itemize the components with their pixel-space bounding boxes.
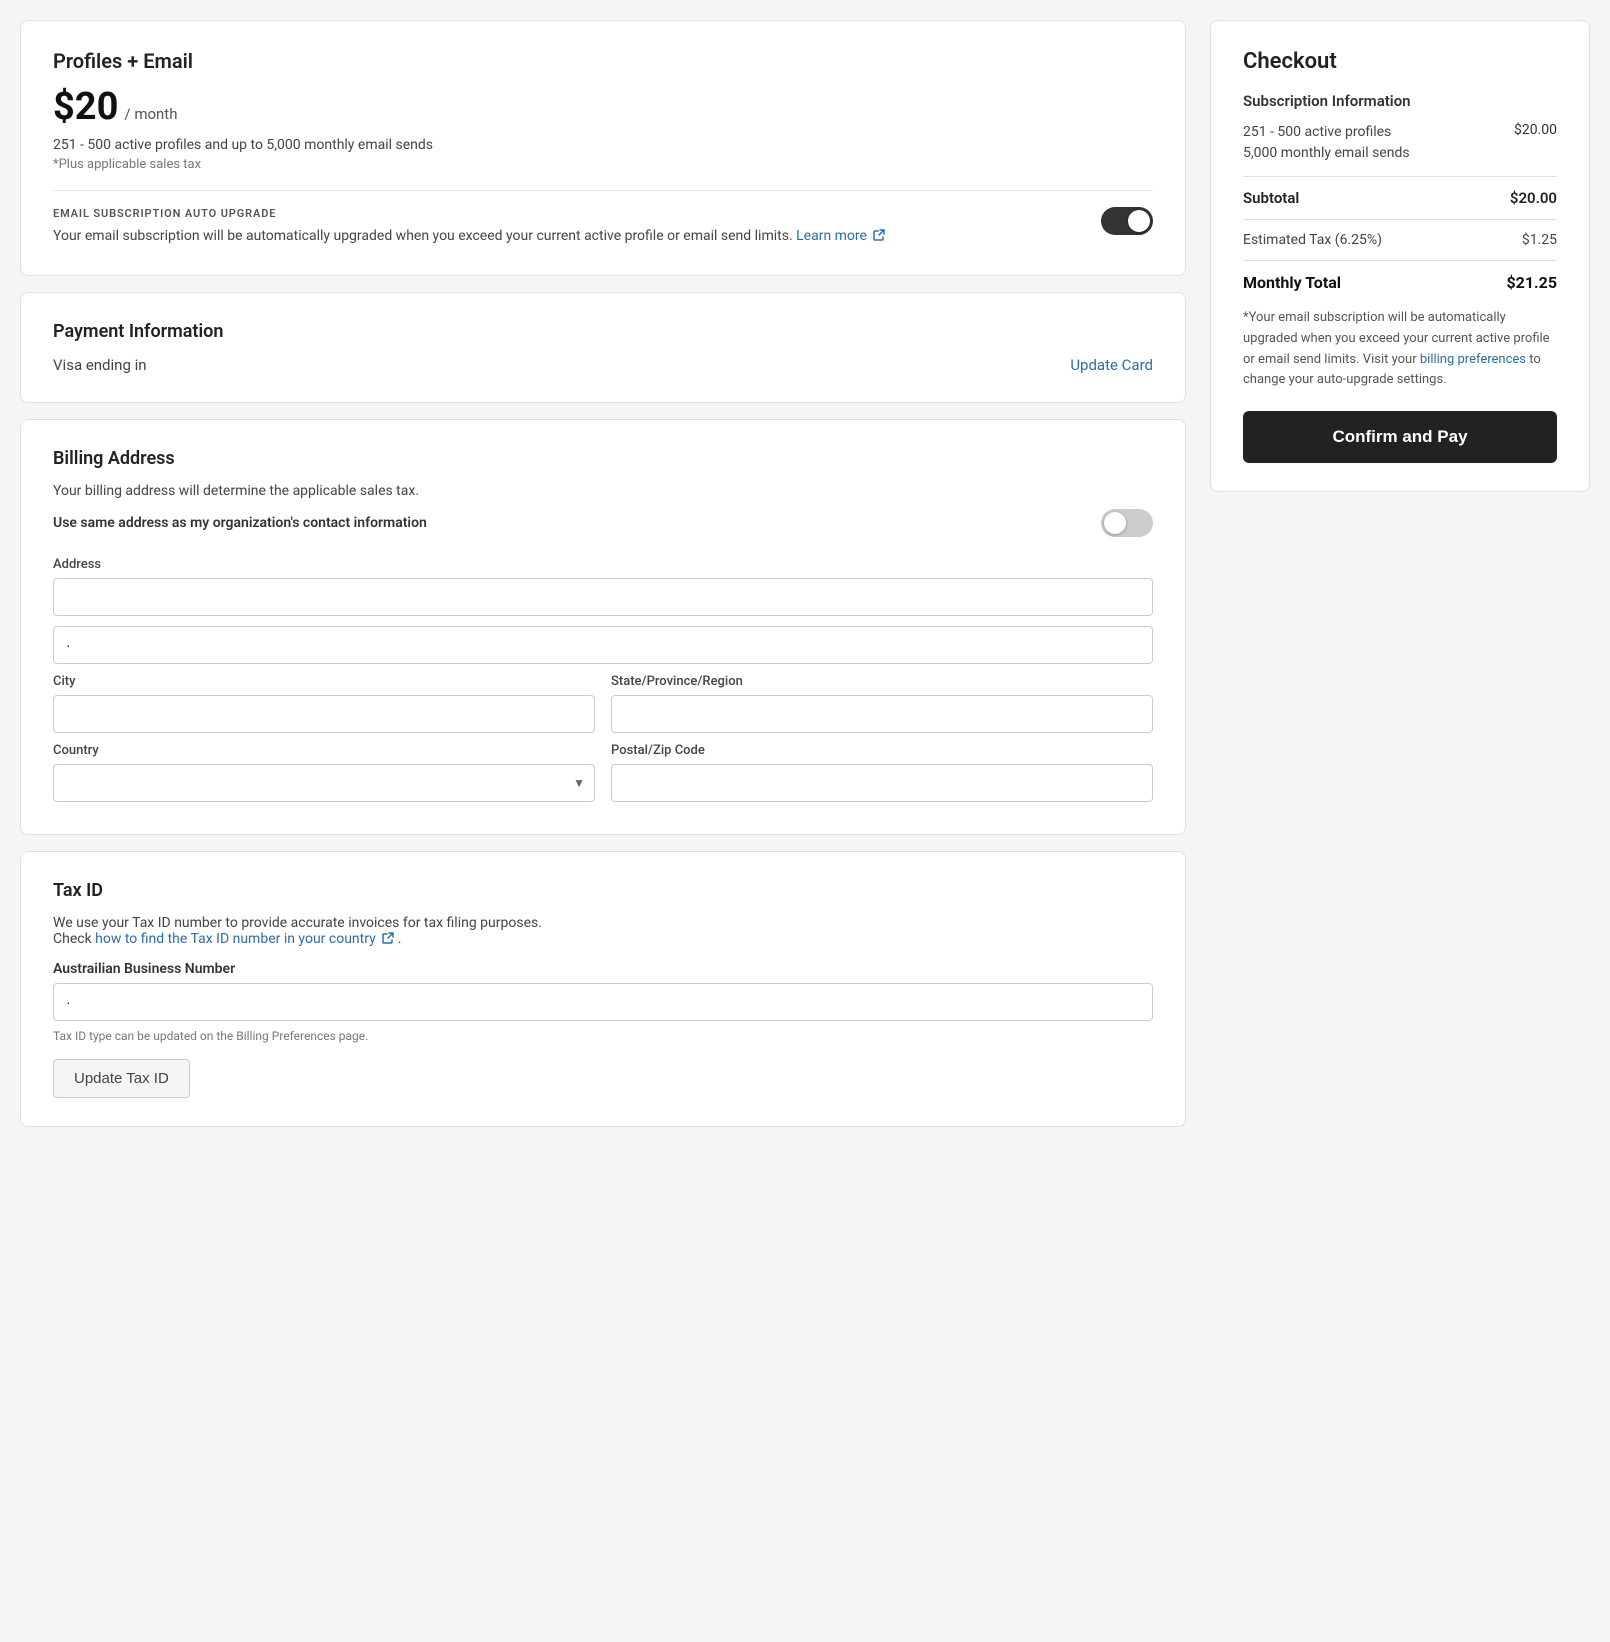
update-tax-id-button[interactable]: Update Tax ID <box>53 1059 190 1098</box>
profiles-label: 251 - 500 active profiles <box>1243 122 1410 143</box>
country-field-group: Country ▼ <box>53 743 595 802</box>
address-label: Address <box>53 557 1153 572</box>
same-address-toggle[interactable] <box>1101 509 1153 537</box>
profiles-title: Profiles + Email <box>53 49 1153 73</box>
monthly-total-label: Monthly Total <box>1243 273 1341 292</box>
email-sends-label: 5,000 monthly email sends <box>1243 143 1410 164</box>
taxid-input[interactable] <box>53 983 1153 1021</box>
payment-section-title: Payment Information <box>53 321 1153 342</box>
checkout-column: Checkout Subscription Information 251 - … <box>1210 20 1590 492</box>
checkout-note: *Your email subscription will be automat… <box>1243 308 1557 391</box>
country-select[interactable] <box>53 764 595 802</box>
address-fields: Address City State/Province/Region <box>53 557 1153 802</box>
external-link-icon <box>873 229 885 241</box>
state-input[interactable] <box>611 695 1153 733</box>
address-line2-input[interactable] <box>53 626 1153 664</box>
subtotal-label: Subtotal <box>1243 189 1299 207</box>
taxid-how-to-link[interactable]: how to find the Tax ID number in your co… <box>95 931 398 947</box>
taxid-title: Tax ID <box>53 880 1153 901</box>
postal-label: Postal/Zip Code <box>611 743 1153 758</box>
business-number-label: Austrailian Business Number <box>53 961 1153 977</box>
payment-row: Visa ending in Update Card <box>53 356 1153 374</box>
city-state-row: City State/Province/Region <box>53 674 1153 733</box>
postal-field-group: Postal/Zip Code <box>611 743 1153 802</box>
profile-description: 251 - 500 active profiles and up to 5,00… <box>53 137 1153 153</box>
profiles-info: 251 - 500 active profiles 5,000 monthly … <box>1243 122 1410 164</box>
auto-upgrade-text: Your email subscription will be automati… <box>53 226 885 247</box>
same-address-label: Use same address as my organization's co… <box>53 515 427 531</box>
billing-preferences-link[interactable]: billing preferences <box>1420 352 1529 367</box>
tax-label: Estimated Tax (6.25%) <box>1243 232 1382 248</box>
country-postal-row: Country ▼ Postal/Zip Code <box>53 743 1153 802</box>
billing-description: Your billing address will determine the … <box>53 483 1153 499</box>
price-amount: $20 <box>53 85 118 129</box>
country-label: Country <box>53 743 595 758</box>
city-input[interactable] <box>53 695 595 733</box>
price-period: / month <box>124 105 177 123</box>
billing-section-title: Billing Address <box>53 448 1153 469</box>
visa-label: Visa ending in <box>53 356 147 374</box>
city-label: City <box>53 674 595 689</box>
country-select-wrapper: ▼ <box>53 764 595 802</box>
billing-address-card: Billing Address Your billing address wil… <box>20 419 1186 835</box>
tax-value: $1.25 <box>1522 232 1557 248</box>
state-field-group: State/Province/Region <box>611 674 1153 733</box>
confirm-and-pay-button[interactable]: Confirm and Pay <box>1243 411 1557 463</box>
auto-upgrade-label: EMAIL SUBSCRIPTION AUTO UPGRADE <box>53 207 885 220</box>
checkout-divider-2 <box>1243 219 1557 220</box>
city-field-group: City <box>53 674 595 733</box>
auto-upgrade-section: EMAIL SUBSCRIPTION AUTO UPGRADE Your ema… <box>53 207 1153 247</box>
postal-input[interactable] <box>611 764 1153 802</box>
learn-more-link[interactable]: Learn more <box>796 228 885 244</box>
tax-note: *Plus applicable sales tax <box>53 157 1153 172</box>
subscription-info-label: Subscription Information <box>1243 92 1557 110</box>
checkout-divider-3 <box>1243 260 1557 261</box>
monthly-total-value: $21.25 <box>1506 273 1557 292</box>
same-address-slider <box>1101 509 1153 537</box>
profiles-price: $20.00 <box>1514 122 1557 138</box>
divider <box>53 190 1153 191</box>
left-column: Profiles + Email $20 / month 251 - 500 a… <box>20 20 1186 1127</box>
taxid-hint: Tax ID type can be updated on the Billin… <box>53 1029 1153 1043</box>
external-link-icon-taxid <box>382 932 394 944</box>
profiles-email-card: Profiles + Email $20 / month 251 - 500 a… <box>20 20 1186 276</box>
payment-information-card: Payment Information Visa ending in Updat… <box>20 292 1186 403</box>
address-field-group: Address <box>53 557 1153 616</box>
auto-upgrade-content: EMAIL SUBSCRIPTION AUTO UPGRADE Your ema… <box>53 207 885 247</box>
price-row: $20 / month <box>53 85 1153 129</box>
monthly-total-row: Monthly Total $21.25 <box>1243 273 1557 292</box>
state-label: State/Province/Region <box>611 674 1153 689</box>
tax-id-card: Tax ID We use your Tax ID number to prov… <box>20 851 1186 1127</box>
update-card-link[interactable]: Update Card <box>1070 356 1153 374</box>
subtotal-row: Subtotal $20.00 <box>1243 189 1557 207</box>
auto-upgrade-toggle[interactable] <box>1101 207 1153 235</box>
address-line1-input[interactable] <box>53 578 1153 616</box>
tax-row: Estimated Tax (6.25%) $1.25 <box>1243 232 1557 248</box>
same-address-row: Use same address as my organization's co… <box>53 509 1153 537</box>
subtotal-value: $20.00 <box>1510 189 1557 207</box>
toggle-slider-on <box>1101 207 1153 235</box>
address-line2-field-group <box>53 626 1153 664</box>
checkout-title: Checkout <box>1243 49 1557 74</box>
profiles-row: 251 - 500 active profiles 5,000 monthly … <box>1243 122 1557 164</box>
checkout-card: Checkout Subscription Information 251 - … <box>1210 20 1590 492</box>
checkout-divider-1 <box>1243 176 1557 177</box>
taxid-description: We use your Tax ID number to provide acc… <box>53 915 1153 947</box>
